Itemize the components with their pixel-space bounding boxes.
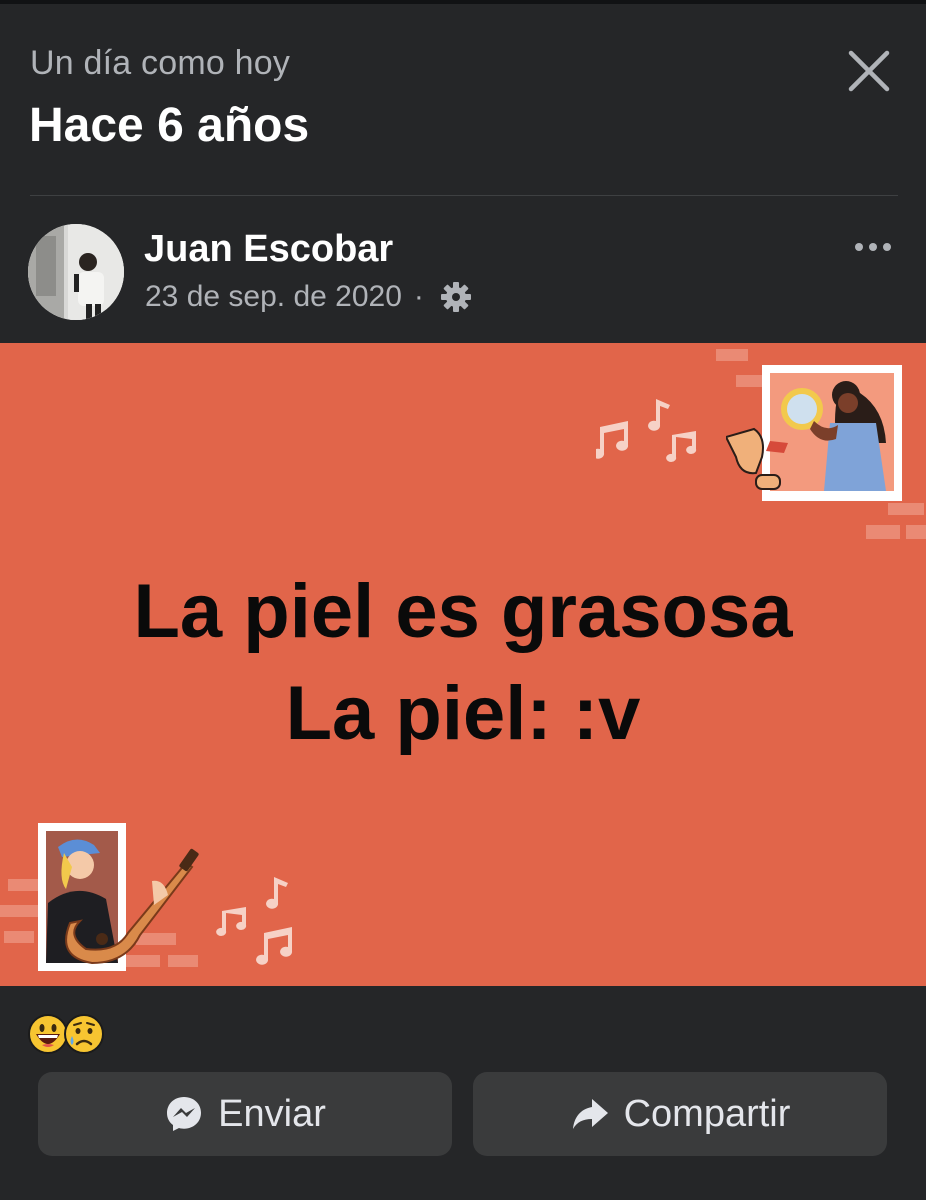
memory-title: Hace 6 años — [29, 99, 310, 152]
post-date[interactable]: 23 de sep. de 2020 — [145, 280, 402, 314]
send-button-label: Enviar — [218, 1092, 326, 1135]
meta-separator: · — [413, 280, 424, 313]
music-notes-decoration — [596, 399, 697, 462]
send-button[interactable]: Enviar — [38, 1072, 452, 1156]
header-divider — [30, 195, 898, 196]
share-arrow-icon — [570, 1094, 610, 1134]
woman-with-dog-illustration — [726, 365, 902, 501]
avatar[interactable] — [28, 224, 124, 320]
post-text-line-2: La piel: :v — [285, 671, 641, 756]
messenger-icon — [164, 1094, 204, 1134]
close-icon — [848, 50, 890, 92]
post-meta: 23 de sep. de 2020 · — [145, 280, 472, 314]
guitarist-illustration — [38, 823, 199, 971]
post-author[interactable]: Juan Escobar — [144, 228, 393, 271]
top-border — [0, 0, 926, 4]
gear-icon[interactable] — [440, 281, 472, 313]
reaction-summary[interactable] — [28, 1014, 104, 1056]
grinning-face-icon — [28, 1014, 68, 1054]
post-text-background[interactable]: La piel es grasosa La piel: :v — [0, 343, 926, 986]
brick-decoration — [866, 503, 926, 539]
sad-tear-face-icon — [64, 1014, 104, 1054]
more-icon — [855, 243, 891, 251]
close-button[interactable] — [846, 48, 892, 94]
post-text-line-1: La piel es grasosa — [133, 569, 793, 654]
more-options-button[interactable] — [850, 232, 900, 262]
share-button-label: Compartir — [623, 1092, 791, 1135]
post-text: La piel es grasosa La piel: :v — [0, 561, 926, 765]
share-button[interactable]: Compartir — [473, 1072, 887, 1156]
music-notes-decoration — [216, 877, 293, 965]
memory-subtitle: Un día como hoy — [30, 44, 291, 82]
